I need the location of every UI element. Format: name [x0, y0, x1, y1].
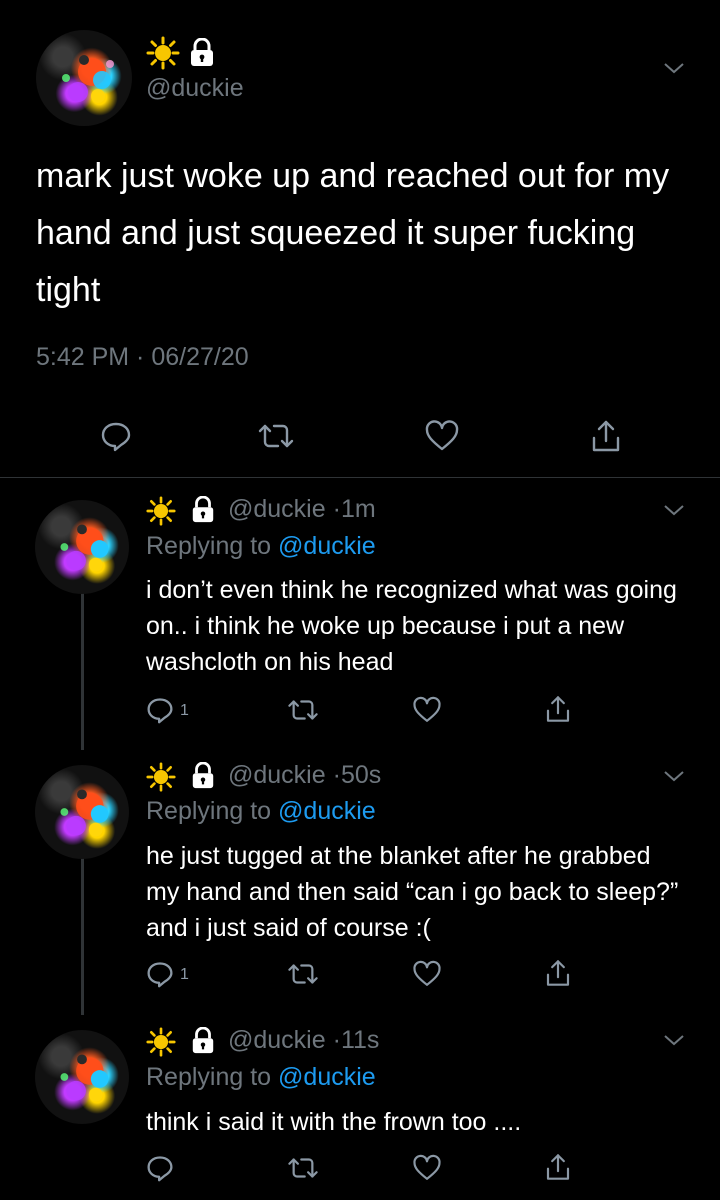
lock-icon: [190, 761, 216, 790]
replying-to-handle[interactable]: @duckie: [278, 532, 376, 560]
replying-to-label: Replying to: [146, 797, 272, 825]
retweet-icon[interactable]: [286, 696, 320, 724]
reply-icon[interactable]: [146, 1154, 174, 1182]
avatar[interactable]: [36, 30, 132, 126]
user-handle[interactable]: @duckie: [228, 1026, 326, 1054]
avatar-image: [62, 55, 114, 103]
heart-icon[interactable]: [412, 1154, 442, 1182]
relative-time: 1m: [340, 495, 376, 523]
replying-to-handle[interactable]: @duckie: [278, 797, 376, 825]
divider: [0, 477, 720, 478]
heart-icon[interactable]: [424, 420, 460, 452]
retweet-icon[interactable]: [256, 420, 296, 452]
avatar[interactable]: [35, 765, 129, 859]
replying-to-label: Replying to: [146, 532, 272, 560]
heart-icon[interactable]: [412, 696, 442, 724]
relative-time: 50s: [340, 761, 382, 789]
relative-time: 11s: [340, 1026, 380, 1054]
user-handle[interactable]: @duckie: [228, 495, 326, 523]
separator: ·: [332, 495, 341, 523]
separator: ·: [332, 1026, 341, 1054]
sun-icon: [146, 1027, 176, 1057]
share-icon[interactable]: [544, 958, 572, 988]
lock-icon: [190, 495, 216, 524]
tweet-text: he just tugged at the blanket after he g…: [146, 842, 679, 942]
tweet-timestamp: 5:42 PM · 06/27/20: [36, 343, 249, 371]
retweet-icon[interactable]: [286, 1154, 320, 1182]
user-handle[interactable]: @duckie: [228, 761, 326, 789]
chevron-down-icon[interactable]: [662, 58, 686, 78]
sun-icon: [146, 36, 180, 70]
avatar[interactable]: [35, 500, 129, 594]
share-icon[interactable]: [544, 694, 572, 724]
lock-icon: [188, 37, 216, 68]
share-icon[interactable]: [544, 1152, 572, 1182]
heart-icon[interactable]: [412, 960, 442, 988]
replying-to-handle[interactable]: @duckie: [278, 1063, 376, 1091]
thread-connector: [81, 590, 84, 750]
avatar[interactable]: [35, 1030, 129, 1124]
tweet-text: mark just woke up and reached out for my…: [36, 157, 670, 309]
reply-icon[interactable]: [146, 696, 174, 724]
thread-connector: [81, 855, 84, 1015]
reply-count: 1: [180, 702, 189, 719]
sun-icon: [146, 496, 176, 526]
reply-count: 1: [180, 966, 189, 983]
reply-icon[interactable]: [100, 420, 132, 452]
user-handle[interactable]: @duckie: [146, 74, 244, 103]
retweet-icon[interactable]: [286, 960, 320, 988]
replying-to-label: Replying to: [146, 1063, 272, 1091]
reply-icon[interactable]: [146, 960, 174, 988]
tweet-text: i don’t even think he recognized what wa…: [146, 576, 677, 676]
separator: ·: [332, 761, 341, 789]
share-icon[interactable]: [590, 418, 622, 454]
chevron-down-icon[interactable]: [662, 766, 686, 786]
tweet-text: think i said it with the frown too ....: [146, 1108, 522, 1136]
chevron-down-icon[interactable]: [662, 1030, 686, 1050]
sun-icon: [146, 762, 176, 792]
chevron-down-icon[interactable]: [662, 500, 686, 520]
lock-icon: [190, 1026, 216, 1055]
